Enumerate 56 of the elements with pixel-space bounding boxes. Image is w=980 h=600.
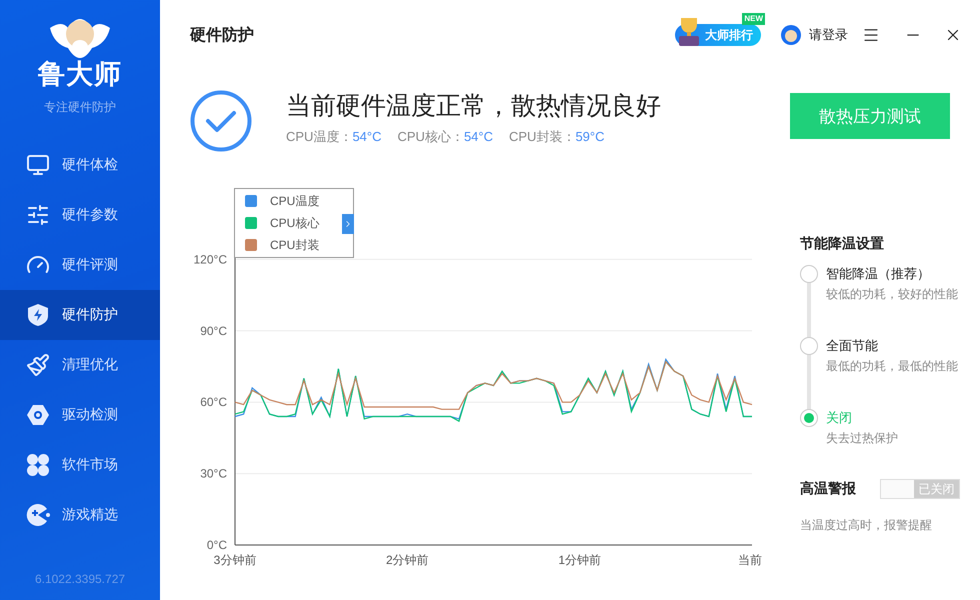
pacman-icon <box>26 503 50 527</box>
logo-text: 鲁大师 <box>38 58 122 90</box>
option-description: 失去过热保护 <box>826 430 898 447</box>
sidebar-item[interactable]: 软件市场 <box>0 440 160 490</box>
radio-button[interactable] <box>800 265 818 283</box>
tagline: 专注硬件防护 <box>44 99 116 116</box>
y-axis-label: 60°C <box>200 395 227 410</box>
y-axis-label: 90°C <box>200 324 227 338</box>
legend-label: CPU核心 <box>270 214 320 232</box>
login-link[interactable]: 请登录 <box>781 25 848 45</box>
reading-value: 54°C <box>352 129 382 144</box>
option-label: 关闭 <box>826 409 853 427</box>
check-circle-icon <box>190 90 252 152</box>
reading-value: 59°C <box>575 129 604 144</box>
y-axis-label: 30°C <box>200 466 227 481</box>
sidebar-item[interactable]: 硬件体检 <box>0 140 160 190</box>
y-axis-label: 120°C <box>194 252 227 266</box>
clover-icon <box>26 453 50 477</box>
sidebar-item[interactable]: 清理优化 <box>0 340 160 390</box>
monitor-icon <box>26 153 50 177</box>
new-badge: NEW <box>742 13 765 25</box>
sidebar-item[interactable]: 硬件防护 <box>0 290 160 340</box>
alarm-hint: 当温度过高时，报警提醒 <box>800 517 933 534</box>
option-description: 最低的功耗，最低的性能 <box>826 358 958 375</box>
section-title: 节能降温设置 <box>800 235 885 253</box>
x-axis-label: 2分钟前 <box>386 553 429 567</box>
status-headline: 当前硬件温度正常，散热情况良好 <box>286 91 661 122</box>
sidebar-item[interactable]: 驱动检测 <box>0 390 160 440</box>
sidebar-item[interactable]: 游戏精选 <box>0 490 160 540</box>
legend-label: CPU封装 <box>270 236 320 254</box>
legend-label: CPU温度 <box>270 192 320 210</box>
radio-button[interactable] <box>800 337 818 355</box>
option-description: 较低的功耗，较好的性能 <box>826 286 958 303</box>
legend-collapse-button[interactable] <box>342 214 354 234</box>
brush-icon <box>26 353 50 377</box>
radio-button[interactable] <box>800 409 818 427</box>
nut-icon <box>26 403 50 427</box>
version-text: 6.1022.3395.727 <box>34 572 126 586</box>
menu-icon[interactable] <box>862 26 880 44</box>
shield-lightning-icon <box>26 303 50 327</box>
sliders-icon <box>26 203 50 227</box>
page-title: 硬件防护 <box>190 25 254 46</box>
option-label: 全面节能 <box>826 337 879 355</box>
reading-label: CPU核心： <box>398 129 464 144</box>
x-axis-label: 当前 <box>738 553 762 567</box>
reading-label: CPU温度： <box>286 129 352 144</box>
y-axis-label: 0°C <box>206 538 227 552</box>
sidebar-item[interactable]: 硬件评测 <box>0 240 160 290</box>
avatar-icon <box>781 25 801 45</box>
x-axis-label: 3分钟前 <box>214 553 256 567</box>
option-label: 智能降温（推荐） <box>826 265 931 283</box>
x-axis-label: 1分钟前 <box>558 553 601 567</box>
reading-label: CPU封装： <box>509 129 576 144</box>
sidebar-item[interactable]: 硬件参数 <box>0 190 160 240</box>
reading-value: 54°C <box>464 129 493 144</box>
section-title: 高温警报 <box>800 480 856 498</box>
